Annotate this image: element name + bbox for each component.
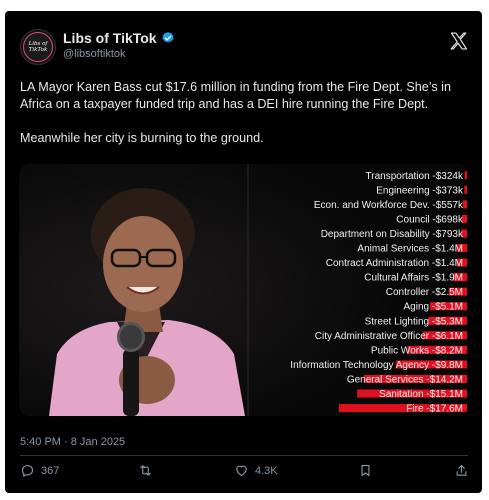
avatar-text-line-2: TikTok xyxy=(28,47,48,53)
share-icon xyxy=(456,464,467,476)
budget-chart: Transportation -$324k Engineering -$373k E… xyxy=(247,164,467,416)
chart-bar-label: Sanitation -$15.1M xyxy=(379,389,463,400)
chart-bar-label: Information Technology Agency -$9.8M xyxy=(290,360,463,371)
chart-bar-label: Engineering -$373k xyxy=(376,185,464,196)
tweet-paragraph-2: Meanwhile her city is burning to the gro… xyxy=(20,131,264,145)
chart-bar-label: Department on Disability -$793k xyxy=(321,229,464,240)
divider xyxy=(20,455,468,456)
chart-bar-label: Transportation -$324k xyxy=(366,171,464,182)
repost-button[interactable] xyxy=(138,463,159,478)
chart-bar-label: Council -$698k xyxy=(396,214,464,225)
chart-bar-label: Public Works -$8.2M xyxy=(371,345,463,356)
bookmark-button[interactable] xyxy=(358,463,373,478)
tweet-media[interactable]: Transportation -$324k Engineering -$373k E… xyxy=(19,164,468,416)
reply-count: 367 xyxy=(41,464,60,477)
chart-bar xyxy=(464,171,467,180)
tweet-text: LA Mayor Karen Bass cut $17.6 million in… xyxy=(20,79,470,147)
display-name-text: Libs of TikTok xyxy=(63,30,157,46)
x-logo-icon[interactable] xyxy=(449,31,469,51)
bookmark-icon xyxy=(361,464,370,477)
chart-bar-label: Controller -$2.5M xyxy=(386,287,463,298)
action-bar: 367 4.3K xyxy=(5,463,482,483)
chart-bar-label: Cultural Affairs -$1.9M xyxy=(364,273,463,284)
tweet-paragraph-1: LA Mayor Karen Bass cut $17.6 million in… xyxy=(20,80,451,111)
reply-icon xyxy=(21,464,34,477)
chart-bar-label: City Administrative Officer -$6.1M xyxy=(315,331,463,342)
like-count: 4.3K xyxy=(255,464,278,477)
verified-badge-icon xyxy=(162,31,174,43)
chart-bar-label: Street Lighting -$5.3M xyxy=(365,316,463,327)
chart-bar-label: Econ. and Workforce Dev. -$557k xyxy=(314,200,464,211)
chart-bar-label: Fire -$17.6M xyxy=(406,404,463,415)
tweet-card: Libs of TikTok Libs of TikTok @libsoftik… xyxy=(5,11,482,493)
reply-button[interactable]: 367 xyxy=(20,463,59,478)
avatar-logo: Libs of TikTok xyxy=(23,32,53,62)
share-button[interactable] xyxy=(454,463,469,478)
chart-bar-label: General Services -$14.2M xyxy=(347,374,463,385)
like-icon xyxy=(236,465,247,477)
repost-icon xyxy=(140,465,151,476)
author-handle[interactable]: @libsoftiktok xyxy=(63,48,126,60)
author-avatar[interactable]: Libs of TikTok xyxy=(20,29,56,65)
chart-bar-label: Contract Administration -$1.4M xyxy=(326,258,463,269)
chart-bar-label: Aging -$5.1M xyxy=(404,302,463,313)
chart-bar xyxy=(462,200,467,209)
chart-bar xyxy=(464,185,467,194)
author-display-name[interactable]: Libs of TikTok xyxy=(63,30,175,46)
chart-bar-label: Animal Services -$1.4M xyxy=(357,244,463,255)
tweet-timestamp[interactable]: 5:40 PM · 8 Jan 2025 xyxy=(20,436,125,448)
like-button[interactable]: 4.3K xyxy=(234,463,278,478)
